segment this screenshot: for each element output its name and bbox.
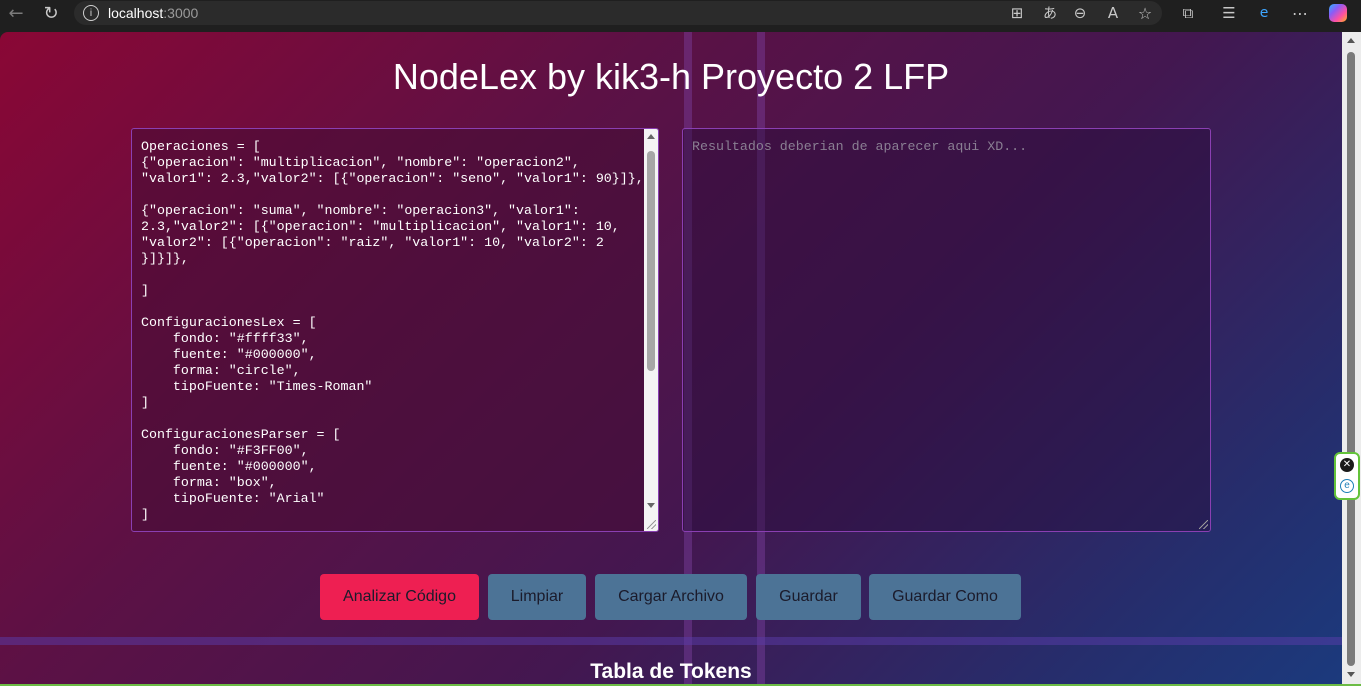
analyze-code-button[interactable]: Analizar Código — [320, 574, 479, 620]
split-screen-icon[interactable]: ⊞ — [1008, 0, 1026, 26]
background-band — [0, 637, 1342, 645]
scroll-up-icon[interactable] — [1347, 38, 1355, 43]
text-size-icon[interactable]: A — [1104, 0, 1122, 26]
url-port: :3000 — [163, 5, 199, 21]
scroll-down-icon[interactable] — [647, 503, 655, 508]
code-editor[interactable]: Operaciones = [ {"operacion": "multiplic… — [131, 128, 659, 532]
save-as-button[interactable]: Guardar Como — [869, 574, 1021, 620]
scroll-down-icon[interactable] — [1347, 672, 1355, 677]
output-field[interactable] — [692, 139, 1192, 154]
resize-grip-icon[interactable] — [1199, 520, 1208, 529]
back-arrow-icon[interactable]: ← — [5, 0, 27, 26]
tokens-table-title: Tabla de Tokens — [590, 660, 752, 683]
reload-icon[interactable]: ↻ — [40, 0, 62, 26]
copilot-icon[interactable] — [1327, 0, 1349, 26]
code-editor-scrollbar[interactable] — [644, 129, 658, 531]
read-aloud-icon[interactable]: あ — [1040, 0, 1060, 26]
url-host: localhost — [108, 5, 164, 21]
page-scroll-thumb[interactable] — [1347, 52, 1355, 666]
clear-button[interactable]: Limpiar — [488, 574, 586, 620]
browser-toolbar: ← ↻ i localhost:3000 ⊞ あ ⊖ A ☆ ⧉ ☰ e ⋯ — [0, 0, 1361, 32]
edge-icon[interactable]: e — [1340, 479, 1354, 493]
favorite-star-icon[interactable]: ☆ — [1136, 0, 1154, 26]
scroll-up-icon[interactable] — [647, 134, 655, 139]
page-scrollbar[interactable] — [1342, 32, 1361, 686]
zoom-out-icon[interactable]: ⊖ — [1071, 0, 1089, 26]
resize-grip-icon[interactable] — [647, 520, 656, 529]
close-icon[interactable]: ✕ — [1340, 458, 1354, 472]
extensions-icon[interactable]: ⧉ — [1179, 0, 1197, 26]
more-icon[interactable]: ⋯ — [1291, 0, 1309, 26]
load-file-button[interactable]: Cargar Archivo — [595, 574, 747, 620]
edge-icon[interactable]: e — [1255, 0, 1273, 26]
edge-sidebar-widget[interactable]: ✕ e — [1334, 452, 1360, 500]
address-bar[interactable]: i localhost:3000 — [74, 1, 1162, 25]
code-editor-text[interactable]: Operaciones = [ {"operacion": "multiplic… — [141, 139, 646, 523]
code-editor-scroll-thumb[interactable] — [647, 151, 655, 371]
page-viewport: NodeLex by kik3-h Proyecto 2 LFP Operaci… — [0, 32, 1342, 686]
output-area[interactable] — [682, 128, 1211, 532]
favorites-list-icon[interactable]: ☰ — [1220, 0, 1238, 26]
save-button[interactable]: Guardar — [756, 574, 861, 620]
page-title: NodeLex by kik3-h Proyecto 2 LFP — [392, 56, 950, 97]
info-icon[interactable]: i — [83, 5, 99, 21]
